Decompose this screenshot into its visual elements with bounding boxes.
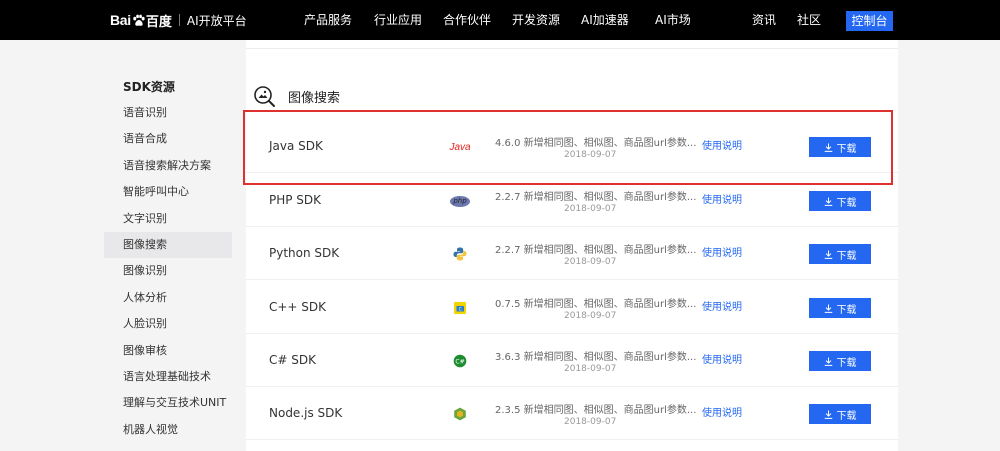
sdk-row-csharp: C# SDK C# 3.6.3 新增相同图、相似图、商品图url参数... 20… [246,334,898,387]
divider [246,48,898,49]
svg-text:C: C [459,306,462,311]
sidebar-item-face-recognition[interactable]: 人脸识别 [104,311,232,337]
nodejs-logo [454,407,466,421]
sidebar-item-voice-search[interactable]: 语音搜索解决方案 [104,153,232,179]
download-icon [824,356,832,366]
download-button[interactable]: 下载 [809,137,871,157]
csharp-icon: C# [450,351,470,371]
download-icon [824,409,832,419]
sdk-description: 4.6.0 新增相同图、相似图、商品图url参数... [495,138,697,149]
usage-doc-link[interactable]: 使用说明 [702,120,742,173]
sidebar-item-nlp[interactable]: 语言处理基础技术 [104,364,232,390]
sidebar-item-ocr[interactable]: 文字识别 [104,206,232,232]
usage-doc-link[interactable]: 使用说明 [702,174,742,227]
download-button[interactable]: 下载 [809,351,871,371]
nav-ai-accelerator[interactable]: AI加速器 [581,0,629,40]
sidebar-item-image-search[interactable]: 图像搜索 [104,232,232,258]
usage-doc-link[interactable]: 使用说明 [702,227,742,280]
sdk-description: 2.2.7 新增相同图、相似图、商品图url参数... [495,192,697,203]
download-label: 下载 [836,357,857,369]
sdk-name: PHP SDK [269,193,322,207]
sdk-list-panel: 图像搜索 Java SDK Java 4.6.0 新增相同图、相似图、商品图ur… [246,40,898,451]
console-button[interactable]: 控制台 [846,11,893,31]
download-button[interactable]: 下载 [809,298,871,318]
sidebar-item-speech-recognition[interactable]: 语音识别 [104,100,232,126]
download-label: 下载 [836,304,857,316]
download-label: 下载 [836,197,857,209]
sdk-description: 2.2.7 新增相同图、相似图、商品图url参数... [495,245,697,256]
nav-partners[interactable]: 合作伙伴 [443,0,491,40]
sdk-row-python: Python SDK 2.2.7 新增相同图、相似图、商品图url参数... 2… [246,227,898,280]
sdk-name: C# SDK [269,353,316,367]
sidebar-item-robot-vision[interactable]: 机器人视觉 [104,417,232,443]
logo-divider [178,14,180,26]
sdk-description: 2.3.5 新增相同图、相似图、商品图url参数... [495,405,697,416]
sdk-name: C++ SDK [269,300,327,314]
nav-industry[interactable]: 行业应用 [374,0,422,40]
sdk-row-java: Java SDK Java 4.6.0 新增相同图、相似图、商品图url参数..… [246,120,898,173]
logo-ai-text: AI开放平台 [186,13,247,28]
nav-products[interactable]: 产品服务 [304,0,352,40]
php-icon-text: php [450,195,470,207]
usage-doc-link[interactable]: 使用说明 [702,387,742,440]
sidebar-item-unit[interactable]: 理解与交互技术UNIT [104,390,232,416]
logo-du-text: 百度 [145,14,172,30]
sidebar-item-speech-synthesis[interactable]: 语音合成 [104,126,232,152]
download-icon [824,142,832,152]
download-button[interactable]: 下载 [809,404,871,424]
sidebar-item-image-audit[interactable]: 图像审核 [104,338,232,364]
sdk-sidebar: SDK资源 语音识别 语音合成 语音搜索解决方案 智能呼叫中心 文字识别 图像搜… [104,40,232,451]
cpp-logo: C [454,302,466,314]
sidebar-title: SDK资源 [123,80,175,94]
download-icon [824,196,832,206]
sdk-row-nodejs: Node.js SDK 2.3.5 新增相同图、相似图、商品图url参数... … [246,387,898,440]
nav-ai-market[interactable]: AI市场 [655,0,691,40]
baidu-ai-logo[interactable]: Bai 百度 AI开放平台 [110,11,247,30]
sdk-name: Python SDK [269,246,340,260]
sdk-date: 2018-09-07 [564,150,617,160]
csharp-logo: C# [453,354,467,368]
nav-dev-resources[interactable]: 开发资源 [512,0,560,40]
nav-community[interactable]: 社区 [797,0,821,40]
sidebar-item-call-center[interactable]: 智能呼叫中心 [104,179,232,205]
sdk-description: 3.6.3 新增相同图、相似图、商品图url参数... [495,352,697,363]
sdk-row-cpp: C++ SDK C 0.7.5 新增相同图、相似图、商品图url参数... 20… [246,281,898,334]
sdk-description: 0.7.5 新增相同图、相似图、商品图url参数... [495,299,697,310]
section-title: 图像搜索 [288,91,341,106]
cpp-icon: C [450,298,470,318]
download-button[interactable]: 下载 [809,244,871,264]
top-navbar: Bai 百度 AI开放平台 产品服务 行业应用 合作伙伴 开发资源 AI加速器 … [0,0,1000,40]
nodejs-icon [450,404,470,424]
sidebar-item-body-analysis[interactable]: 人体分析 [104,285,232,311]
download-icon [824,303,832,313]
svg-text:C#: C# [455,358,464,365]
usage-doc-link[interactable]: 使用说明 [702,281,742,334]
sdk-name: Node.js SDK [269,406,343,420]
download-label: 下载 [836,143,857,155]
logo-bai-text: Bai [110,12,131,28]
php-icon: php [450,191,470,211]
sdk-date: 2018-09-07 [564,417,617,427]
python-logo [453,247,467,261]
sidebar-item-image-recognition[interactable]: 图像识别 [104,258,232,284]
download-label: 下载 [836,410,857,422]
sdk-date: 2018-09-07 [564,364,617,374]
sdk-date: 2018-09-07 [564,204,617,214]
sdk-date: 2018-09-07 [564,257,617,267]
download-icon [824,249,832,259]
download-button[interactable]: 下载 [809,191,871,211]
java-icon: Java [449,137,471,157]
sdk-name: Java SDK [269,139,323,153]
download-label: 下载 [836,250,857,262]
python-icon [450,244,470,264]
image-search-icon [254,86,275,107]
java-icon-text: Java [449,141,471,153]
baidu-paw-icon [133,14,145,26]
nav-news[interactable]: 资讯 [752,0,776,40]
sdk-row-php: PHP SDK php 2.2.7 新增相同图、相似图、商品图url参数... … [246,174,898,227]
usage-doc-link[interactable]: 使用说明 [702,334,742,387]
sdk-date: 2018-09-07 [564,311,617,321]
